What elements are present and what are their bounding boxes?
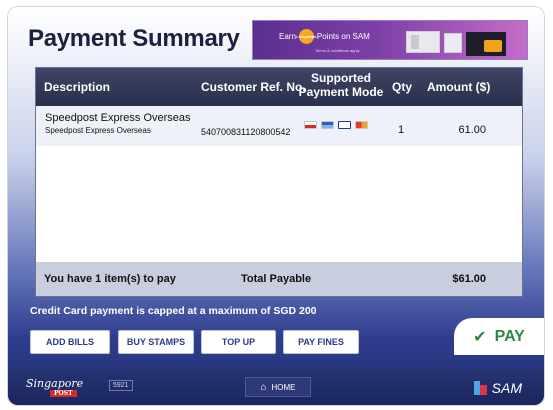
- banner-points-text: Points on SAM: [316, 32, 370, 41]
- table-header: Description Customer Ref. No. Supported …: [36, 68, 522, 106]
- top-up-button[interactable]: TOP UP: [201, 330, 276, 354]
- kiosk-device-image: [406, 31, 440, 53]
- singapore-post-logo: Singapore POST: [26, 377, 84, 397]
- visa-icon: [338, 121, 351, 129]
- header-qty: Qty: [392, 80, 413, 94]
- mastercard-icon: [355, 121, 368, 129]
- banner-earn-text: Earn: [279, 32, 296, 41]
- header-amount: Amount ($): [427, 80, 491, 94]
- linkpoints-coin-icon: Linkpoints: [296, 29, 317, 44]
- home-button[interactable]: ⌂ HOME: [245, 377, 311, 397]
- page-title: Payment Summary: [28, 25, 240, 52]
- row-sub-description: Speedpost Express Overseas: [45, 126, 151, 135]
- pay-fines-button[interactable]: PAY FINES: [283, 330, 359, 354]
- buy-stamps-button[interactable]: BUY STAMPS: [118, 330, 194, 354]
- header-customer-ref: Customer Ref. No.: [201, 80, 306, 94]
- kiosk-id: 5921: [109, 380, 133, 391]
- table-footer: You have 1 item(s) to pay Total Payable …: [36, 262, 522, 296]
- add-bills-button[interactable]: ADD BILLS: [30, 330, 110, 354]
- total-payable-label: Total Payable: [241, 273, 312, 285]
- banner-subtext: Terms & conditions apply: [315, 48, 360, 53]
- row-description: Speedpost Express Overseas: [45, 112, 191, 124]
- cashcard-icon: [321, 121, 334, 129]
- payment-table: Description Customer Ref. No. Supported …: [35, 67, 523, 297]
- home-icon: ⌂: [260, 381, 267, 393]
- row-payment-modes: [304, 121, 368, 129]
- row-customer-ref: 540700831120800542: [201, 127, 291, 137]
- checkmark-icon: ✔: [473, 328, 487, 346]
- sam-icon: [473, 379, 488, 397]
- row-amount: 61.00: [458, 124, 486, 136]
- items-count-text: You have 1 item(s) to pay: [44, 273, 176, 285]
- nets-icon: [304, 121, 317, 129]
- credit-card-cap-notice: Credit Card payment is capped at a maxim…: [30, 305, 317, 317]
- card-image: [466, 32, 506, 56]
- header-description: Description: [44, 80, 111, 94]
- kiosk-device-image: [444, 33, 462, 53]
- row-qty: 1: [398, 124, 405, 136]
- pay-button-label: PAY: [494, 327, 525, 345]
- table-row[interactable]: Speedpost Express Overseas Speedpost Exp…: [36, 106, 522, 146]
- header-payment-mode: Supported Payment Mode: [298, 71, 384, 99]
- home-button-label: HOME: [271, 382, 296, 392]
- total-payable-value: $61.00: [452, 273, 486, 285]
- pay-button[interactable]: ✔ PAY: [454, 318, 544, 355]
- promo-banner[interactable]: Earn Linkpoints Points on SAM Terms & co…: [252, 20, 528, 60]
- kiosk-screen: Payment Summary Earn Linkpoints Points o…: [8, 7, 544, 405]
- sam-logo: SAM: [473, 379, 522, 397]
- footer-bar: Singapore POST 5921 ⌂ HOME SAM: [8, 369, 544, 405]
